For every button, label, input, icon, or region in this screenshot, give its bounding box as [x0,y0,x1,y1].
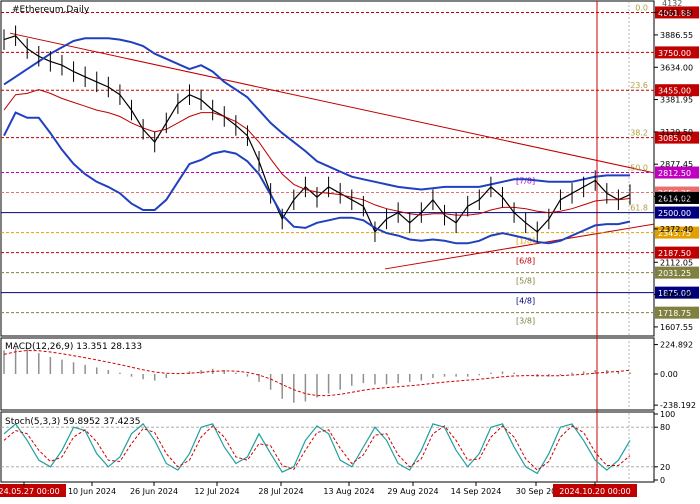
level-price-label: 1718.75 [658,309,691,318]
price-axis-tick-label: 3381.95 [660,96,693,105]
fib-level-label: 61.8 [630,204,648,213]
stoch-axis-tick-label: 0 [660,476,665,485]
fib-level-label: 38.2 [630,129,648,138]
top-partial-label: 4132 [662,0,682,8]
x-axis-tick-label: 10 Jun 2024 [68,487,116,496]
level-price-label: 2500.00 [658,209,691,218]
level-price-label: 3455.00 [658,87,691,96]
fib-level-label: 0.0 [635,3,648,12]
murrey-level-label: [5/8] [516,277,535,286]
x-axis-tick-label: 30 Sep 20 [516,487,557,496]
murrey-level-label: [7/8] [516,177,535,186]
stoch-title: Stoch(5,3,3) 59.8952 37.4235 [5,417,140,427]
price-axis-tick-label: 3129.50 [660,128,693,137]
x-axis-tick-label: 2024.05.27 00:00 [0,487,60,496]
level-price-label: 2187.50 [658,249,691,258]
stoch-axis-tick-label: 20 [660,463,670,472]
level-price-label: 2031.25 [658,269,691,278]
fib-level-label: 50.0 [630,164,648,173]
trading-chart[interactable]: 4061.88 0.0 3750.00 3455.00 23.6 3085.00 38.2 2… [0,0,700,500]
murrey-level-label: [6/8] [516,257,535,266]
x-axis-tick-label: 28 Jul 2024 [258,487,303,496]
stoch-axis-tick-label: 80 [660,423,670,432]
macd-title: MACD(12,26,9) 13.351 28.133 [5,342,142,352]
macd-axis-tick-label: 0.00 [660,370,678,379]
chart-title: #Ethereum,Daily [12,5,90,15]
murrey-level-label: [3/8] [516,317,535,326]
macd-axis-tick-label: -238.192 [660,401,696,410]
level-price-label: 2812.50 [658,169,691,178]
price-axis-tick-label: 1860.00 [660,291,693,300]
murrey-level-label: [4/8] [516,297,535,306]
x-axis-tick-label: 26 Jun 2024 [130,487,178,496]
price-axis-tick-label: 1607.55 [660,323,693,332]
price-axis-tick-label: 4061.88 [660,8,693,17]
price-axis-tick-label: 3634.00 [660,63,693,72]
fib-level-label: 23.6 [630,81,648,90]
x-axis-tick-label: 29 Aug 2024 [387,487,438,496]
x-axis: 2024.05.27 00:00 10 Jun 2024 26 Jun 2024 12… [0,482,637,497]
price-axis-tick-label: 2877.45 [660,160,693,169]
macd-axis-tick-label: 224.892 [660,341,693,350]
stoch-axis-tick-label: 100 [660,410,675,419]
price-panel[interactable] [0,0,655,337]
x-axis-tick-label: 2024.10.20 00:00 [559,487,630,496]
x-axis-tick-label: 12 Jul 2024 [194,487,239,496]
price-axis-tick-label: 3886.55 [660,31,693,40]
x-axis-tick-label: 14 Sep 2024 [451,487,502,496]
price-axis-tick-label: 2112.05 [660,258,693,267]
level-price-label: 3750.00 [658,49,691,58]
x-axis-tick-label: 13 Aug 2024 [323,487,374,496]
price-axis-tick-label: 2624.90 [660,193,693,202]
price-axis-tick-label: 2372.40 [660,225,693,234]
